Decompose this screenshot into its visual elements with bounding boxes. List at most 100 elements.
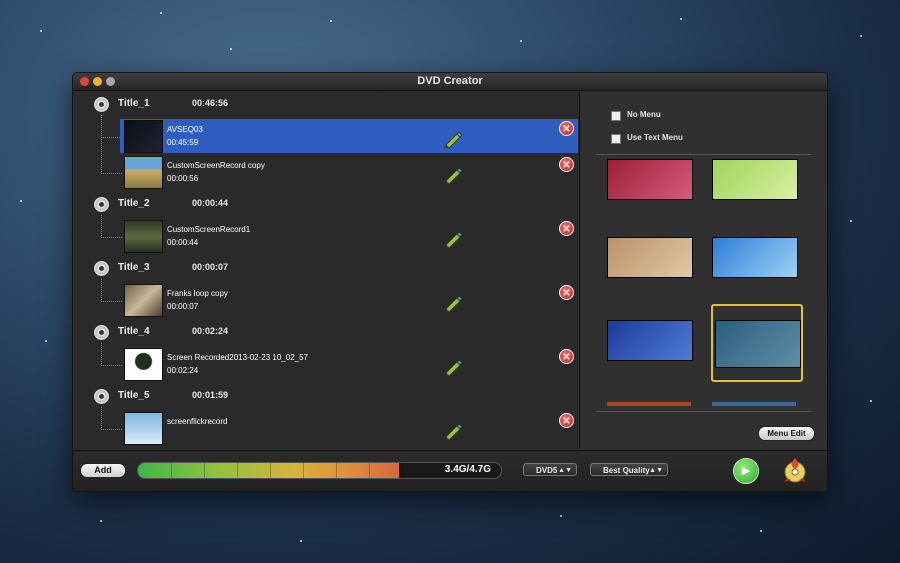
menu-edit-button[interactable]: Menu Edit xyxy=(758,426,815,441)
template-night-moon[interactable] xyxy=(715,320,801,368)
title-duration: 00:01:59 xyxy=(192,390,229,400)
edit-pencil-icon[interactable] xyxy=(442,227,464,249)
title-row[interactable]: Title_1 00:46:56 xyxy=(74,93,579,117)
tree-connector xyxy=(101,279,122,302)
capacity-fill xyxy=(138,463,399,478)
add-button[interactable]: Add xyxy=(80,463,126,478)
tree-connector xyxy=(101,407,122,430)
clip-row[interactable]: Screen Recorded2013-02-23 10_02_57 00:02:… xyxy=(120,347,579,381)
clip-duration: 00:45:59 xyxy=(167,138,199,147)
clip-row[interactable]: AVSEQ03 00:45:59 ✕ xyxy=(120,119,578,153)
disc-type-value: DVD5 xyxy=(536,466,558,475)
template-wood-orchid[interactable] xyxy=(607,237,693,278)
title-duration: 00:00:44 xyxy=(192,198,229,208)
no-menu-label: No Menu xyxy=(627,110,661,119)
dvd-creator-window: DVD Creator Title_1 00:46:56 AVSEQ03 00:45:… xyxy=(72,72,828,492)
text-menu-checkbox[interactable] xyxy=(611,134,621,144)
title-bar: DVD Creator xyxy=(73,73,827,91)
edit-pencil-icon[interactable] xyxy=(442,127,464,149)
template-christmas[interactable] xyxy=(607,320,693,361)
bottom-toolbar: Add 3.4G/4.7G DVD5 ▲▼ Best Quality ▲▼ ▶ xyxy=(73,450,827,491)
title-name: Title_3 xyxy=(118,262,150,273)
clip-name: AVSEQ03 xyxy=(167,125,203,134)
clip-row[interactable]: CustomScreenRecord copy 00:00:56 ✕ xyxy=(120,155,579,189)
capacity-text: 3.4G/4.7G xyxy=(444,464,491,475)
title-row[interactable]: Title_2 00:00:44 xyxy=(74,193,579,217)
disc-icon xyxy=(94,325,109,340)
play-button[interactable]: ▶ xyxy=(733,458,759,484)
title-duration: 00:02:24 xyxy=(192,326,229,336)
tree-connector xyxy=(101,133,122,174)
disc-icon xyxy=(94,197,109,212)
tree-connector xyxy=(101,215,122,238)
templates-bottom-divider xyxy=(596,411,811,412)
clip-thumbnail xyxy=(124,348,163,381)
template-partial-2[interactable] xyxy=(712,402,796,406)
title-name: Title_1 xyxy=(118,98,150,109)
dropdown-arrows-icon: ▲▼ xyxy=(649,467,663,474)
template-partial-1[interactable] xyxy=(607,402,691,406)
quality-value: Best Quality xyxy=(603,466,650,475)
edit-pencil-icon[interactable] xyxy=(442,291,464,313)
remove-clip-button[interactable]: ✕ xyxy=(559,121,574,136)
clip-duration: 00:00:07 xyxy=(167,302,199,311)
disc-icon xyxy=(94,261,109,276)
title-row[interactable]: Title_3 00:00:07 xyxy=(74,257,579,281)
quality-dropdown[interactable]: Best Quality ▲▼ xyxy=(590,463,668,476)
title-name: Title_5 xyxy=(118,390,150,401)
clip-duration: 00:02:24 xyxy=(167,366,199,375)
window-title: DVD Creator xyxy=(417,75,483,87)
clip-duration: 00:00:56 xyxy=(167,174,199,183)
clip-row[interactable]: Franks loop copy 00:00:07 ✕ xyxy=(120,283,579,317)
clip-name: Franks loop copy xyxy=(167,289,228,298)
title-duration: 00:46:56 xyxy=(192,98,229,108)
capacity-segment xyxy=(303,463,304,478)
edit-pencil-icon[interactable] xyxy=(442,419,464,441)
clip-thumbnail xyxy=(124,120,163,153)
templates-top-divider xyxy=(596,154,811,155)
clip-duration: 00:00:44 xyxy=(167,238,199,247)
capacity-segment xyxy=(369,463,370,478)
template-red-flowers[interactable] xyxy=(607,159,693,200)
remove-clip-button[interactable]: ✕ xyxy=(559,221,574,236)
disc-capacity-bar: 3.4G/4.7G xyxy=(137,462,502,479)
dropdown-arrows-icon: ▲▼ xyxy=(558,467,572,474)
template-green-clover[interactable] xyxy=(712,159,798,200)
capacity-segment xyxy=(237,463,238,478)
clip-name: CustomScreenRecord copy xyxy=(167,161,265,170)
clip-row[interactable]: screenflickrecord ✕ xyxy=(120,411,579,445)
remove-clip-button[interactable]: ✕ xyxy=(559,285,574,300)
title-name: Title_4 xyxy=(118,326,150,337)
clip-name: screenflickrecord xyxy=(167,417,228,426)
capacity-segment xyxy=(171,463,172,478)
title-name: Title_2 xyxy=(118,198,150,209)
clip-name: Screen Recorded2013-02-23 10_02_57 xyxy=(167,353,308,362)
capacity-segment xyxy=(204,463,205,478)
disc-icon xyxy=(94,97,109,112)
edit-pencil-icon[interactable] xyxy=(442,355,464,377)
disc-icon xyxy=(94,389,109,404)
tree-connector xyxy=(101,343,122,366)
burn-icon[interactable] xyxy=(781,456,809,484)
title-row[interactable]: Title_4 00:02:24 xyxy=(74,321,579,345)
clip-name: CustomScreenRecord1 xyxy=(167,225,251,234)
template-blue-sky[interactable] xyxy=(712,237,798,278)
capacity-segment xyxy=(402,463,403,478)
no-menu-checkbox[interactable] xyxy=(611,111,621,121)
text-menu-label: Use Text Menu xyxy=(627,133,683,142)
title-list-pane[interactable]: Title_1 00:46:56 AVSEQ03 00:45:59 ✕ CustomScr… xyxy=(74,91,580,449)
clip-row[interactable]: CustomScreenRecord1 00:00:44 ✕ xyxy=(120,219,579,253)
remove-clip-button[interactable]: ✕ xyxy=(559,349,574,364)
title-row[interactable]: Title_5 00:01:59 xyxy=(74,385,579,409)
disc-type-dropdown[interactable]: DVD5 ▲▼ xyxy=(523,463,577,476)
clip-thumbnail xyxy=(124,156,163,189)
edit-pencil-icon[interactable] xyxy=(442,163,464,185)
clip-thumbnail xyxy=(124,220,163,253)
capacity-segment xyxy=(270,463,271,478)
menu-template-pane: No Menu Use Text Menu Menu Edit xyxy=(581,91,827,449)
remove-clip-button[interactable]: ✕ xyxy=(559,157,574,172)
title-duration: 00:00:07 xyxy=(192,262,229,272)
remove-clip-button[interactable]: ✕ xyxy=(559,413,574,428)
capacity-segment xyxy=(336,463,337,478)
clip-thumbnail xyxy=(124,412,163,445)
